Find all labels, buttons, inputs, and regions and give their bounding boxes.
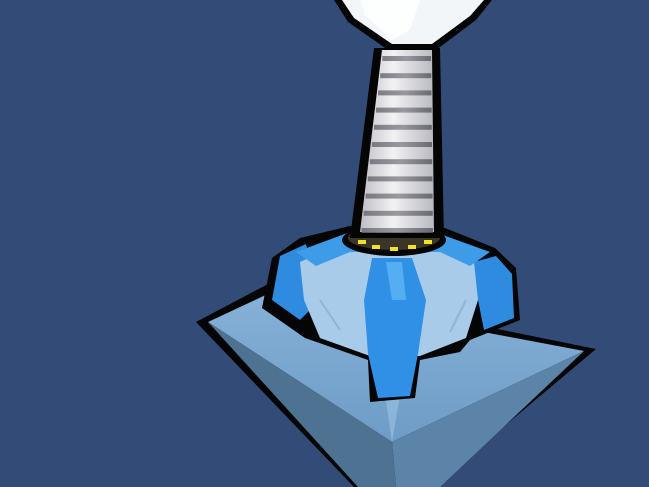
column-ring	[376, 107, 432, 113]
column-ring	[373, 124, 432, 130]
collar-light	[390, 247, 398, 251]
column-ring	[363, 210, 433, 216]
column-ring	[371, 142, 433, 147]
column-ring	[369, 159, 433, 165]
column-ring	[365, 193, 433, 199]
tower-lamp-head[interactable]	[334, 0, 492, 50]
scene-canvas	[196, 0, 596, 487]
game-viewport[interactable]	[0, 0, 649, 487]
column-ring	[378, 90, 432, 96]
collar-light	[408, 245, 416, 249]
column-ring	[380, 73, 432, 79]
column-ring	[361, 228, 433, 233]
collar-light	[372, 245, 380, 249]
tower-column[interactable]	[350, 48, 444, 238]
column-ring	[382, 56, 432, 61]
collar-light	[358, 240, 366, 244]
column-ring	[367, 176, 433, 182]
collar-light	[424, 240, 432, 244]
